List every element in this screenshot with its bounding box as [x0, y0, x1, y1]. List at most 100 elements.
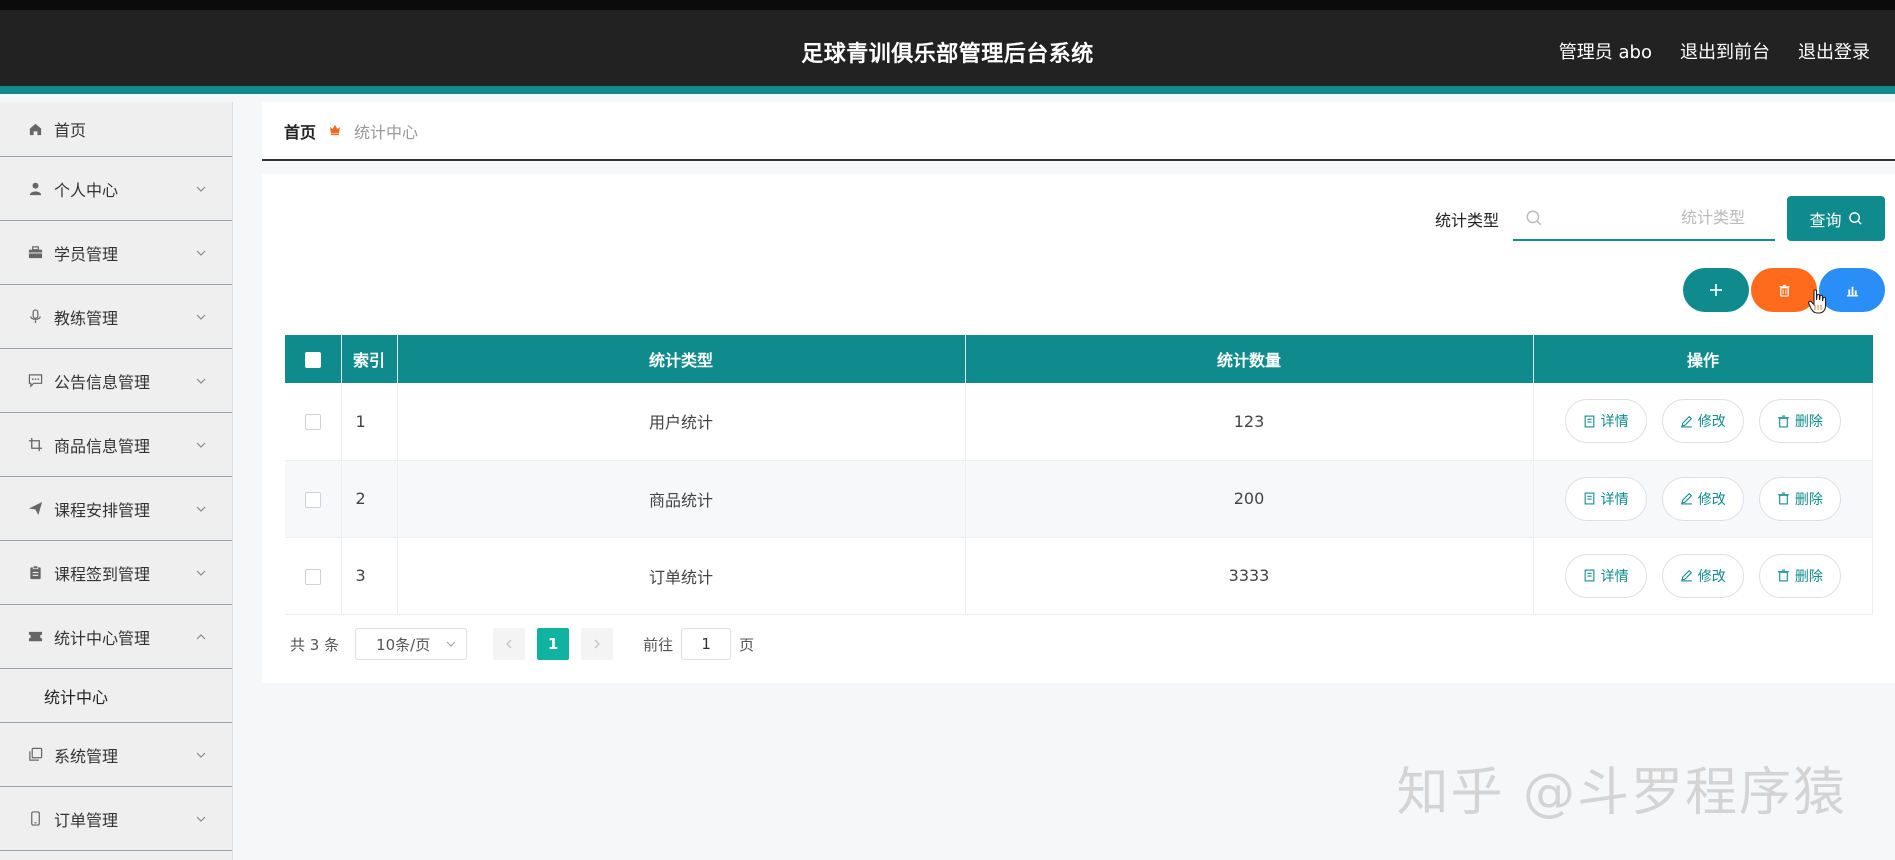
- statistics-type-input[interactable]: [1513, 196, 1775, 239]
- detail-button[interactable]: 详情: [1564, 553, 1647, 598]
- breadcrumb-separator-icon: [328, 122, 342, 140]
- sidebar-item-course-checkin[interactable]: 课程签到管理: [0, 541, 232, 605]
- chevron-left-icon: [506, 639, 512, 649]
- edit-label: 修改: [1697, 414, 1726, 431]
- query-button[interactable]: 查询: [1787, 196, 1885, 241]
- home-icon: [26, 120, 44, 138]
- edit-button[interactable]: 修改: [1661, 553, 1744, 598]
- search-row: 统计类型 查询: [1435, 196, 1885, 241]
- detail-button[interactable]: 详情: [1564, 476, 1647, 521]
- sidebar-item-students[interactable]: 学员管理: [0, 221, 232, 285]
- delete-label: 删除: [1794, 491, 1823, 508]
- goto-suffix: 页: [739, 635, 755, 654]
- statistics-table: 索引 统计类型 统计数量 操作 1 用户统计 123 详情 修改 删除 2 商品…: [285, 335, 1873, 615]
- cell-count: 3333: [965, 537, 1534, 615]
- sidebar-item-label: 订单管理: [54, 810, 119, 830]
- sidebar-item-label: 学员管理: [54, 244, 119, 264]
- cell-type: 商品统计: [397, 460, 966, 538]
- breadcrumb-home[interactable]: 首页: [284, 119, 316, 143]
- sidebar-item-statistics[interactable]: 统计中心管理: [0, 605, 232, 669]
- exit-to-frontend-link[interactable]: 退出到前台: [1680, 38, 1770, 64]
- chevron-down-icon: [196, 186, 206, 192]
- sidebar-item-coaches[interactable]: 教练管理: [0, 285, 232, 349]
- document-icon: [1584, 415, 1595, 428]
- row-checkbox-cell: [285, 460, 342, 538]
- cell-type: 订单统计: [397, 537, 966, 615]
- add-button[interactable]: [1683, 268, 1749, 312]
- hand-cursor-icon: [1808, 289, 1827, 314]
- breadcrumb-current: 统计中心: [354, 122, 419, 142]
- admin-user-label[interactable]: 管理员 abo: [1559, 38, 1652, 64]
- row-checkbox[interactable]: [304, 568, 321, 585]
- sidebar-item-label: 公告信息管理: [54, 372, 151, 392]
- detail-button[interactable]: 详情: [1564, 399, 1647, 444]
- sidebar-item-products[interactable]: 商品信息管理: [0, 413, 232, 477]
- sidebar-item-course-schedule[interactable]: 课程安排管理: [0, 477, 232, 541]
- column-header-type: 统计类型: [397, 335, 966, 383]
- sidebar-item-orders[interactable]: 订单管理: [0, 787, 232, 851]
- sidebar: 首页 个人中心 学员管理 教练管理 公告信息管理 商品信息管理 课程安排管理 课…: [0, 102, 233, 860]
- app-header: 足球青训俱乐部管理后台系统 管理员 abo 退出到前台 退出登录: [0, 10, 1895, 94]
- column-header-index: 索引: [341, 335, 398, 383]
- phone-icon: [26, 810, 44, 828]
- chevron-down-icon: [196, 506, 206, 512]
- detail-label: 详情: [1600, 491, 1629, 508]
- chevron-up-icon: [196, 633, 206, 639]
- select-all-cell: [285, 335, 342, 383]
- query-button-label: 查询: [1809, 210, 1842, 230]
- search-icon: [1848, 212, 1862, 225]
- chevron-down-icon: [196, 442, 206, 448]
- row-checkbox[interactable]: [304, 491, 321, 508]
- briefcase-icon: [26, 244, 44, 262]
- plus-icon: [1710, 284, 1722, 296]
- next-page-button[interactable]: [581, 628, 614, 660]
- search-icon: [1526, 210, 1542, 226]
- detail-label: 详情: [1600, 414, 1629, 431]
- trash-icon: [1778, 284, 1790, 297]
- microphone-icon: [26, 308, 44, 326]
- document-icon: [1584, 569, 1595, 582]
- column-header-actions: 操作: [1533, 335, 1873, 383]
- table-row: 1 用户统计 123 详情 修改 删除: [285, 383, 1873, 461]
- trash-icon: [1777, 569, 1789, 582]
- delete-button[interactable]: 删除: [1758, 476, 1841, 521]
- prev-page-button[interactable]: [493, 628, 526, 660]
- sidebar-item-label: 系统管理: [54, 746, 119, 766]
- sidebar-subitem-statistics-center[interactable]: 统计中心: [0, 669, 232, 723]
- chevron-down-icon: [196, 816, 206, 822]
- sidebar-item-label: 课程签到管理: [54, 564, 151, 584]
- statistics-panel: 统计类型 查询: [262, 174, 1895, 683]
- sidebar-item-label: 统计中心管理: [54, 628, 151, 648]
- action-buttons: [1683, 268, 1885, 312]
- sidebar-item-home[interactable]: 首页: [0, 102, 232, 157]
- row-checkbox-cell: [285, 537, 342, 615]
- copy-icon: [26, 746, 44, 764]
- row-checkbox[interactable]: [304, 414, 321, 431]
- goto-page-input[interactable]: [681, 628, 732, 660]
- select-all-checkbox[interactable]: [304, 352, 321, 368]
- sidebar-item-label: 个人中心: [54, 180, 119, 200]
- sidebar-item-profile[interactable]: 个人中心: [0, 157, 232, 221]
- sidebar-item-label: 教练管理: [54, 308, 119, 328]
- logout-link[interactable]: 退出登录: [1798, 38, 1870, 64]
- chevron-right-icon: [594, 639, 601, 649]
- sidebar-subitem-label: 统计中心: [44, 687, 109, 707]
- cell-index: 3: [341, 537, 398, 615]
- cell-index: 1: [341, 383, 398, 461]
- edit-button[interactable]: 修改: [1661, 399, 1744, 444]
- cell-type: 用户统计: [397, 383, 966, 461]
- chevron-down-icon: [196, 250, 206, 256]
- delete-button[interactable]: 删除: [1758, 553, 1841, 598]
- edit-label: 修改: [1697, 491, 1726, 508]
- page-size-select[interactable]: 10条/页: [355, 628, 468, 660]
- trash-icon: [1777, 415, 1789, 428]
- page-number-current[interactable]: 1: [537, 628, 570, 660]
- detail-label: 详情: [1600, 568, 1629, 585]
- search-box: [1513, 196, 1775, 241]
- sidebar-item-announcements[interactable]: 公告信息管理: [0, 349, 232, 413]
- delete-button[interactable]: 删除: [1758, 399, 1841, 444]
- chart-statistics-button[interactable]: [1819, 268, 1885, 312]
- sidebar-item-system[interactable]: 系统管理: [0, 723, 232, 787]
- edit-button[interactable]: 修改: [1661, 476, 1744, 521]
- goto-label: 前往: [643, 635, 674, 654]
